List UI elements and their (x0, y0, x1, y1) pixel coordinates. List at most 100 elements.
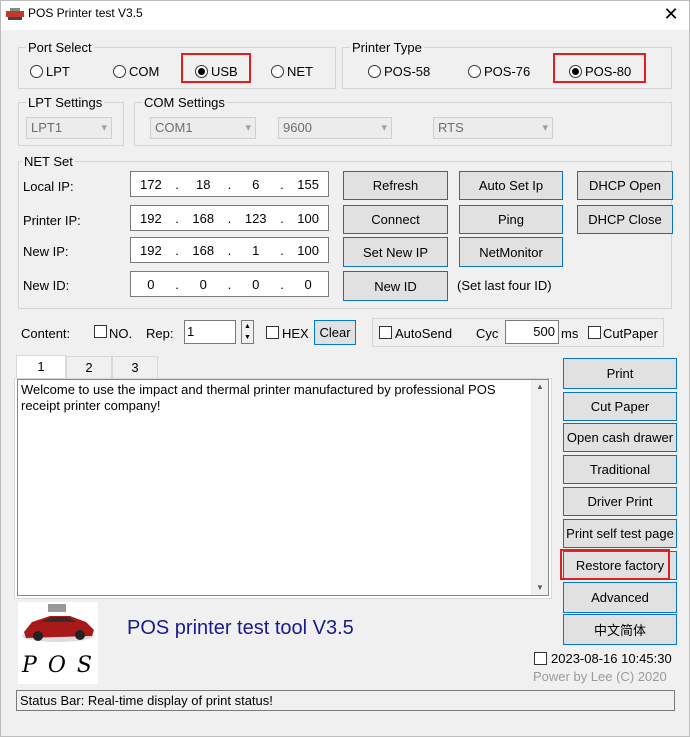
set-new-ip-button[interactable]: Set New IP (343, 237, 448, 267)
cutpaper-label: CutPaper (603, 326, 658, 341)
chevron-down-icon: ▾ (101, 122, 107, 134)
net-monitor-button[interactable]: NetMonitor (459, 237, 563, 267)
radio-pos58-label: POS-58 (384, 64, 431, 79)
open-cash-drawer-button[interactable]: Open cash drawer (563, 423, 677, 452)
ip-octet: 192 (140, 242, 162, 258)
textarea-scrollbar[interactable]: ▲ ▼ (531, 380, 548, 595)
connect-button[interactable]: Connect (343, 205, 448, 234)
radio-pos80-circle[interactable] (569, 65, 582, 78)
datetime-checkbox[interactable] (534, 652, 547, 665)
radio-pos76-circle[interactable] (468, 65, 481, 78)
ip-dot: . (175, 242, 179, 258)
print-self-test-button[interactable]: Print self test page (563, 519, 677, 548)
traditional-button[interactable]: Traditional (563, 455, 677, 484)
scroll-down-icon[interactable]: ▼ (532, 581, 548, 595)
radio-com-circle[interactable] (113, 65, 126, 78)
radio-pos76[interactable]: POS-76 (468, 64, 530, 79)
radio-net[interactable]: NET (271, 64, 313, 79)
pos-logo: P O S (18, 602, 98, 684)
ip-dot: . (175, 176, 179, 192)
auto-set-ip-button[interactable]: Auto Set Ip (459, 171, 563, 200)
radio-pos58-circle[interactable] (368, 65, 381, 78)
radio-lpt[interactable]: LPT (30, 64, 70, 79)
radio-lpt-label: LPT (46, 64, 70, 79)
id-octet: 0 (199, 276, 207, 292)
refresh-button[interactable]: Refresh (343, 171, 448, 200)
radio-usb[interactable]: USB (195, 64, 238, 79)
credit-text: Power by Lee (C) 2020 (533, 669, 667, 684)
ms-label: ms (561, 326, 579, 341)
hex-checkbox[interactable] (266, 326, 279, 339)
ip-dot: . (227, 242, 232, 258)
cut-paper-button[interactable]: Cut Paper (563, 392, 677, 421)
dhcp-open-button[interactable]: DHCP Open (577, 171, 673, 200)
no-checkbox[interactable] (94, 325, 107, 338)
chinese-language-button[interactable]: 中文简体 (563, 614, 677, 645)
ip-octet: 1 (252, 242, 260, 258)
radio-pos76-label: POS-76 (484, 64, 531, 79)
tab-3[interactable]: 3 (112, 356, 158, 378)
new-id-button[interactable]: New ID (343, 271, 448, 301)
dhcp-close-button[interactable]: DHCP Close (577, 205, 673, 234)
logo-text: P O S (22, 653, 94, 678)
rep-spinner[interactable]: ▲ ▼ (241, 320, 254, 344)
radio-lpt-circle[interactable] (30, 65, 43, 78)
scroll-up-icon[interactable]: ▲ (532, 380, 548, 394)
clear-button[interactable]: Clear (314, 320, 356, 345)
cyc-input[interactable]: 500 (505, 320, 559, 344)
id-hint: (Set last four ID) (457, 278, 552, 293)
autosend-checkbox[interactable] (379, 326, 392, 339)
ip-dot: . (280, 276, 284, 292)
com-port-select[interactable]: COM1 ▾ (150, 117, 256, 139)
radio-pos80-label: POS-80 (585, 64, 632, 79)
content-label: Content: (21, 326, 71, 341)
radio-com[interactable]: COM (113, 64, 159, 79)
flow-control-value: RTS (438, 120, 464, 135)
chevron-down-icon: ▾ (245, 122, 251, 134)
radio-com-label: COM (129, 64, 160, 79)
ip-dot: . (227, 276, 232, 292)
tab-2[interactable]: 2 (66, 356, 112, 378)
com-port-value: COM1 (155, 120, 193, 135)
content-textarea[interactable]: Welcome to use the impact and thermal pr… (17, 379, 549, 596)
hex-label: HEX (282, 326, 309, 341)
ping-button[interactable]: Ping (459, 205, 563, 234)
radio-pos58[interactable]: POS-58 (368, 64, 430, 79)
no-checkbox-label: NO. (109, 326, 133, 341)
spin-up-icon[interactable]: ▲ (242, 321, 253, 332)
chevron-down-icon: ▾ (381, 122, 387, 134)
close-icon[interactable]: ✕ (652, 0, 690, 30)
radio-usb-label: USB (211, 64, 238, 79)
cutpaper-checkbox[interactable] (588, 326, 601, 339)
new-ip-field[interactable]: 192. 168. 1. 100 (130, 237, 329, 263)
ip-octet: 100 (297, 242, 319, 258)
ip-octet: 123 (244, 210, 267, 226)
ip-dot: . (175, 210, 179, 226)
net-set-label: NET Set (22, 154, 75, 169)
rep-input[interactable]: 1 (184, 320, 236, 344)
radio-net-circle[interactable] (271, 65, 284, 78)
car-icon (22, 604, 94, 642)
ip-octet: 155 (297, 176, 319, 192)
lpt-port-select[interactable]: LPT1 ▾ (26, 117, 112, 139)
radio-net-label: NET (287, 64, 313, 79)
radio-usb-circle[interactable] (195, 65, 208, 78)
print-button[interactable]: Print (563, 358, 677, 389)
local-ip-label: Local IP: (23, 179, 74, 194)
local-ip-field[interactable]: 172. 18. 6. 155 (130, 171, 329, 197)
advanced-button[interactable]: Advanced (563, 582, 677, 613)
baud-rate-select[interactable]: 9600 ▾ (278, 117, 392, 139)
spin-down-icon[interactable]: ▼ (242, 332, 253, 343)
flow-control-select[interactable]: RTS ▾ (433, 117, 553, 139)
radio-pos80[interactable]: POS-80 (569, 64, 631, 79)
rep-label: Rep: (146, 326, 174, 341)
printer-ip-field[interactable]: 192. 168. 123. 100 (130, 205, 329, 231)
ip-octet: 18 (196, 176, 211, 192)
app-icon (6, 8, 24, 20)
new-id-field[interactable]: 0. 0. 0. 0 (130, 271, 329, 297)
restore-factory-highlight-box (560, 549, 670, 580)
port-select-label: Port Select (26, 40, 94, 55)
baud-rate-value: 9600 (283, 120, 312, 135)
driver-print-button[interactable]: Driver Print (563, 487, 677, 516)
tab-1[interactable]: 1 (16, 355, 66, 379)
